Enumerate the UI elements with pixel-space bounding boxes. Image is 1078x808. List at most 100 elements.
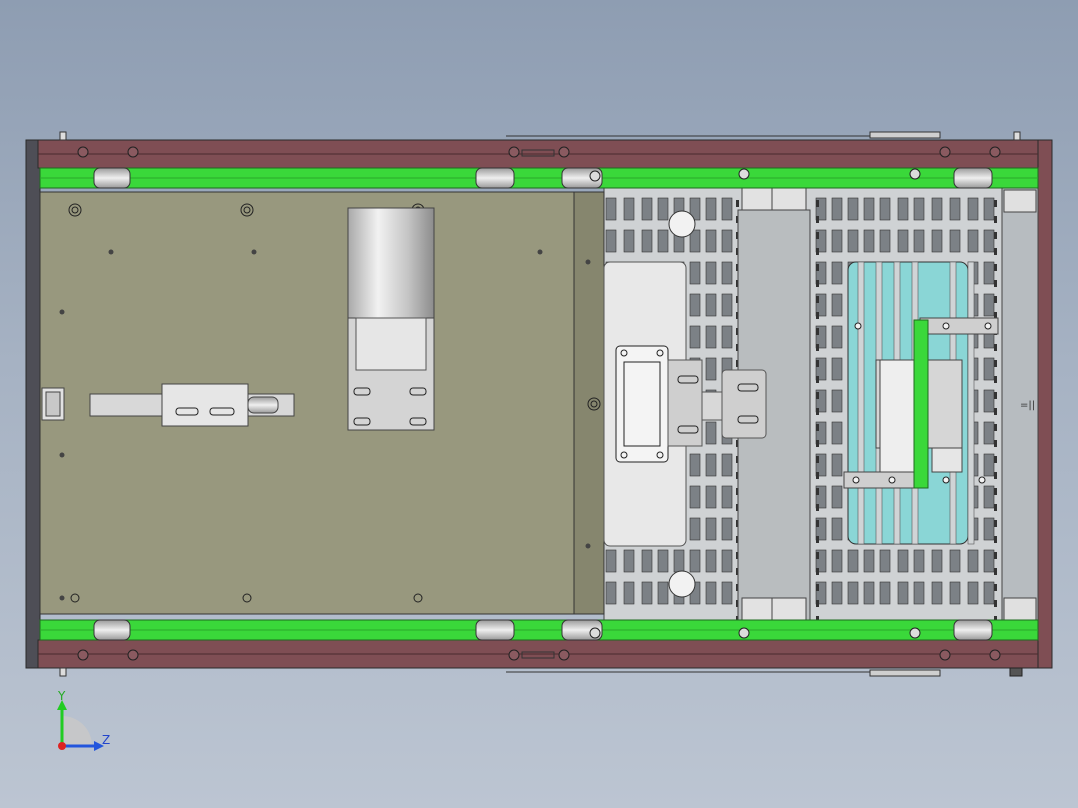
rail-rivet (994, 456, 997, 463)
slat-gap (623, 581, 635, 605)
end-stop-bracket (41, 387, 65, 421)
slat-gap (831, 325, 843, 349)
slat-gap (689, 325, 701, 349)
slat-gap (721, 517, 733, 541)
rail-rivet (816, 600, 819, 607)
slat-gap (863, 549, 875, 573)
rail-rivet (816, 328, 819, 335)
slat-gap (721, 261, 733, 285)
slat-gap (623, 229, 635, 253)
slat-gap (847, 581, 859, 605)
rail-rivet (816, 200, 819, 207)
window-slat (967, 261, 975, 545)
rail-rivet (994, 280, 997, 287)
triad-z-label: Z (102, 733, 110, 747)
slat-gap (689, 485, 701, 509)
slat-gap (983, 453, 995, 477)
slat-gap (705, 229, 717, 253)
slat-gap (949, 581, 961, 605)
slat-gap (657, 549, 669, 573)
slat-gap (657, 581, 669, 605)
rail-rivet (994, 440, 997, 447)
rail-rivet (816, 232, 819, 239)
slat-gap (863, 581, 875, 605)
rail-rivet (816, 264, 819, 271)
rail-rivet (994, 504, 997, 511)
rail-rivet (994, 200, 997, 207)
slat-gap (705, 261, 717, 285)
slat-gap (847, 229, 859, 253)
drive-motor[interactable] (347, 207, 435, 431)
rail-rivet (994, 584, 997, 591)
slat-gap (967, 581, 979, 605)
slat-gap (983, 421, 995, 445)
slat-gap (831, 197, 843, 221)
rail-rivet (994, 232, 997, 239)
rail-rivet (994, 472, 997, 479)
rail-rivet (816, 568, 819, 575)
slat-gap (983, 197, 995, 221)
slat-gap (897, 581, 909, 605)
slat-gap (831, 453, 843, 477)
slat-gap (689, 261, 701, 285)
rail-rivet (816, 504, 819, 511)
rail-rivet (816, 456, 819, 463)
rail-rivet (816, 408, 819, 415)
rail-rivet (994, 536, 997, 543)
slat-gap (605, 197, 617, 221)
slat-gap (657, 197, 669, 221)
rail-rivet (816, 312, 819, 319)
slat-gap (983, 581, 995, 605)
slat-gap (721, 229, 733, 253)
rail-rivet (994, 376, 997, 383)
rail-rivet (994, 424, 997, 431)
drive-belt-bottom[interactable] (39, 619, 1039, 641)
slat-gap (721, 549, 733, 573)
rail-rivet (816, 216, 819, 223)
slat-gap (641, 229, 653, 253)
slat-gap (913, 229, 925, 253)
slat-gap (641, 549, 653, 573)
rail-rivet (816, 520, 819, 527)
rail-rivet (816, 360, 819, 367)
rail-rivet (736, 200, 739, 207)
cad-viewport[interactable]: =|| Y Z (0, 0, 1078, 808)
rail-rivet (994, 360, 997, 367)
rail-rivet (816, 296, 819, 303)
slat-gap (879, 549, 891, 573)
rail-rivet (994, 568, 997, 575)
slat-gap (967, 549, 979, 573)
svg-text:=||: =|| (1020, 400, 1035, 411)
rail-rivet (816, 440, 819, 447)
slat-gap (931, 197, 943, 221)
rail-rivet (994, 520, 997, 527)
slat-gap (847, 549, 859, 573)
slat-gap (831, 421, 843, 445)
rail-rivet (816, 552, 819, 559)
slat-gap (983, 485, 995, 509)
slat-gap (721, 581, 733, 605)
slat-gap (967, 197, 979, 221)
rail-rivet (994, 408, 997, 415)
slat-gap (949, 229, 961, 253)
slat-gap (721, 453, 733, 477)
slat-gap (705, 357, 717, 381)
slat-gap (641, 581, 653, 605)
rail-rivet (994, 296, 997, 303)
rail-rivet (994, 344, 997, 351)
slat-gap (847, 197, 859, 221)
triad-x-axis (58, 742, 66, 750)
slat-gap (705, 325, 717, 349)
slat-gap (831, 549, 843, 573)
slat-gap (913, 197, 925, 221)
slat-gap (831, 389, 843, 413)
slat-gap (721, 197, 733, 221)
rail-rivet (816, 536, 819, 543)
slat-gap (705, 517, 717, 541)
window-slat (857, 261, 865, 545)
slat-gap (605, 229, 617, 253)
drive-belt-top[interactable] (39, 167, 1039, 189)
slat-gap (983, 293, 995, 317)
slat-gap (967, 229, 979, 253)
rail-rivet (994, 488, 997, 495)
